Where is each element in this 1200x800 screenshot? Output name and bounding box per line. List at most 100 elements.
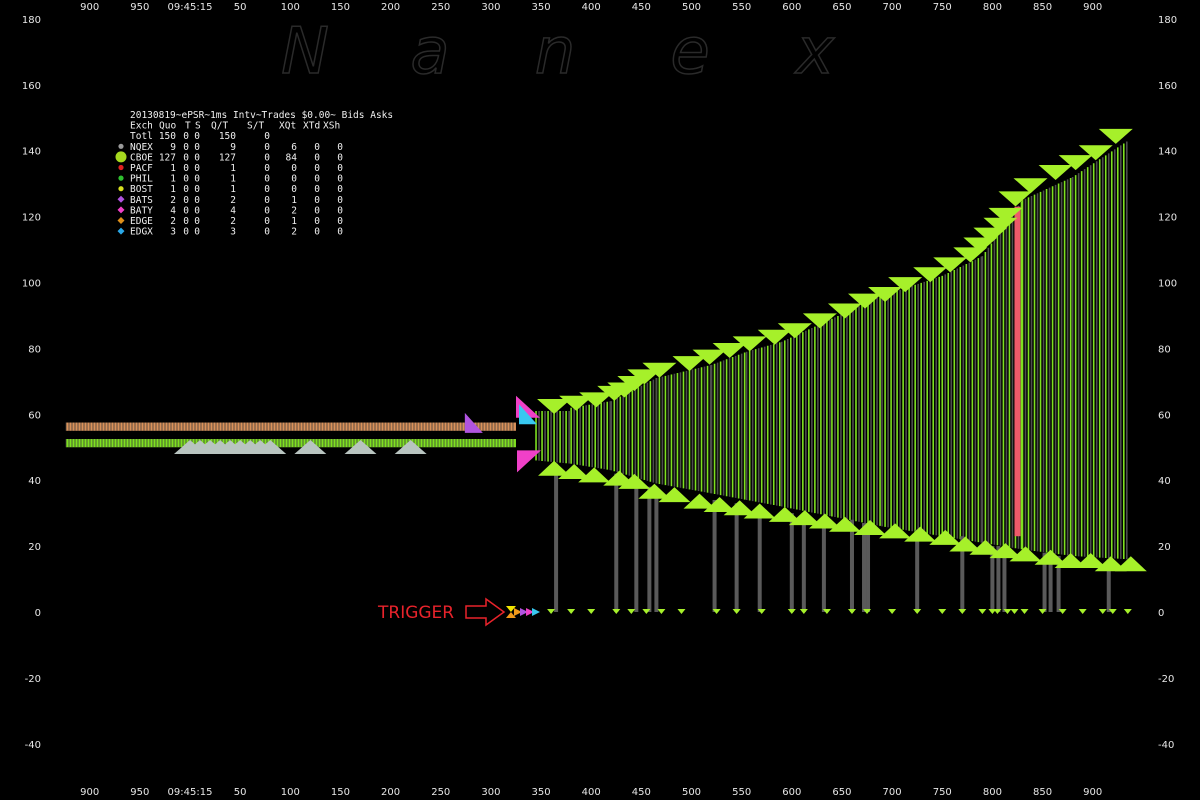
quote-chart: Nanex 180160140120100806040200-20-40 180… bbox=[22, 2, 1177, 798]
table-cell: 0 bbox=[194, 174, 200, 185]
table-row: PHIL 1 0 0 1 0 0 0 0 bbox=[118, 174, 343, 185]
quote-run bbox=[655, 365, 712, 494]
bid-marker bbox=[929, 529, 962, 545]
x-tick-label: 200 bbox=[381, 787, 400, 798]
trade-marker bbox=[1020, 609, 1029, 614]
table-cell: 127 bbox=[159, 152, 176, 163]
exchange-dot bbox=[117, 217, 125, 224]
x-tick-label: 650 bbox=[832, 2, 851, 13]
table-cell: 6 bbox=[291, 142, 297, 153]
table-cell: 0 bbox=[183, 227, 189, 238]
y-axis-left: 180 160 140 120 100 80 60 40 20 0 -20 -40 bbox=[22, 15, 41, 751]
table-cell: 4 bbox=[230, 205, 236, 216]
drop-bar bbox=[821, 516, 826, 612]
x-tick-label: 950 bbox=[130, 2, 149, 13]
trigger-marker bbox=[532, 608, 541, 616]
watermark-letter: x bbox=[794, 15, 835, 89]
exchange-name: NQEX bbox=[130, 142, 153, 153]
x-tick-label: 50 bbox=[234, 2, 247, 13]
drop-bar bbox=[634, 480, 639, 612]
table-cell: 0 bbox=[183, 163, 189, 174]
trade-marker bbox=[677, 609, 686, 614]
x-axis-bottom: 900 950 09:45:15 50 100 150 200 250 300 350 400 450… bbox=[80, 787, 1102, 798]
x-tick-label: 450 bbox=[632, 787, 651, 798]
trade-marker bbox=[913, 609, 922, 614]
trigger-annotation: TRIGGER bbox=[377, 597, 506, 627]
table-cell: 2 bbox=[230, 195, 236, 206]
y-axis-right: 180 160 140 120 100 80 60 40 20 0 -20 -40 bbox=[1158, 15, 1177, 751]
table-cell: 0 bbox=[314, 184, 320, 195]
table-cell: 1 bbox=[230, 174, 236, 185]
table-cell: 0 bbox=[337, 142, 343, 153]
table-cell: 0 bbox=[194, 142, 200, 153]
table-cell: 0 bbox=[183, 216, 189, 227]
y-tick-label: 180 bbox=[22, 15, 41, 26]
trade-marker bbox=[657, 609, 666, 614]
x-tick-label: 150 bbox=[331, 2, 350, 13]
x-tick-label: 350 bbox=[532, 787, 551, 798]
table-cell: 0 bbox=[337, 205, 343, 216]
quote-run bbox=[881, 275, 944, 537]
drop-bar bbox=[647, 486, 652, 612]
exchange-dot bbox=[118, 143, 124, 149]
table-cell: 9 bbox=[170, 142, 176, 153]
quote-run bbox=[570, 401, 612, 471]
table-cell: 1 bbox=[230, 163, 236, 174]
x-tick-label: 250 bbox=[431, 2, 450, 13]
table-cell: 0 bbox=[314, 216, 320, 227]
exchange-name: BOST bbox=[130, 184, 153, 195]
table-cell: 0 bbox=[264, 174, 270, 185]
exchange-name: BATS bbox=[130, 195, 153, 206]
pre-trigger-band bbox=[65, 422, 516, 431]
x-tick-label: 100 bbox=[281, 787, 300, 798]
exchange-dot bbox=[118, 175, 124, 181]
table-cell: 4 bbox=[170, 205, 176, 216]
trade-marker bbox=[1098, 609, 1107, 614]
x-tick-label: 550 bbox=[732, 2, 751, 13]
x-tick-label: 50 bbox=[234, 787, 247, 798]
table-column-label: Q/T bbox=[211, 121, 228, 132]
table-cell: 3 bbox=[230, 227, 236, 238]
x-tick-label: 700 bbox=[883, 2, 902, 13]
exchange-dot bbox=[115, 151, 127, 163]
exchange-dot bbox=[117, 206, 125, 214]
quote-run bbox=[745, 342, 781, 507]
table-cell: 84 bbox=[286, 152, 298, 163]
table-cell: 0 bbox=[194, 184, 200, 195]
y-tick-label: 120 bbox=[1158, 213, 1177, 224]
y-tick-label: 0 bbox=[35, 608, 41, 619]
drop-bar bbox=[1002, 549, 1007, 612]
trade-marker bbox=[958, 609, 967, 614]
table-cell: 150 bbox=[159, 131, 176, 142]
y-tick-label: 140 bbox=[22, 147, 41, 158]
drop-bar bbox=[614, 473, 619, 612]
trade-marker bbox=[787, 609, 796, 614]
nanex-watermark: Na n e x bbox=[280, 14, 836, 90]
x-tick-label: 750 bbox=[933, 787, 952, 798]
ask-marker bbox=[1098, 128, 1133, 144]
x-tick-label: 350 bbox=[532, 2, 551, 13]
x-tick-label: 400 bbox=[582, 2, 601, 13]
x-tick-label: 09:45:15 bbox=[168, 787, 213, 798]
exchange-dot bbox=[118, 186, 124, 192]
y-tick-label: 20 bbox=[28, 542, 41, 553]
table-cell: 1 bbox=[291, 195, 297, 206]
trade-marker bbox=[547, 609, 556, 614]
x-tick-label: 900 bbox=[1083, 787, 1102, 798]
table-cell: 0 bbox=[194, 131, 200, 142]
x-tick-label: 200 bbox=[381, 2, 400, 13]
trade-marker bbox=[732, 609, 741, 614]
exchange-name: Totl bbox=[130, 131, 153, 142]
exchange-name: EDGE bbox=[130, 216, 153, 227]
x-tick-label: 850 bbox=[1033, 2, 1052, 13]
x-tick-label: 900 bbox=[1083, 2, 1102, 13]
drop-bar bbox=[554, 463, 559, 612]
table-cell: 0 bbox=[264, 195, 270, 206]
table-column-label: Quo bbox=[159, 121, 176, 132]
table-cell: 0 bbox=[314, 205, 320, 216]
table-column-label: S/T bbox=[247, 121, 264, 132]
table-cell: 1 bbox=[230, 184, 236, 195]
ask-marker bbox=[998, 191, 1033, 207]
table-column-label: Exch bbox=[130, 121, 153, 132]
table-cell: 0 bbox=[337, 227, 343, 238]
